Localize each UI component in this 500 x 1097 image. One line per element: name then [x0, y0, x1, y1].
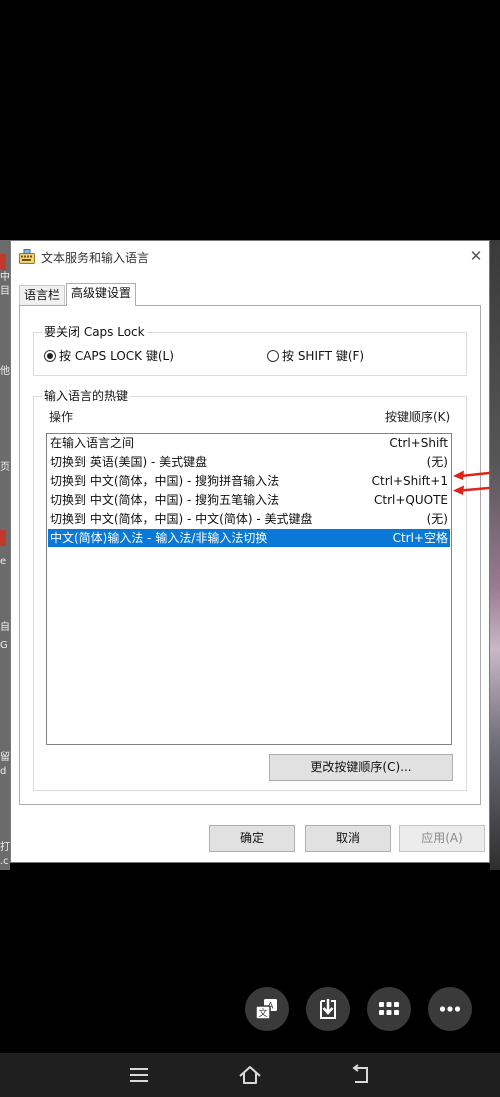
desktop-edge-text: 自: [0, 622, 10, 633]
red-arrow-icon: [453, 470, 490, 480]
caps-lock-group-label: 要关闭 Caps Lock: [42, 325, 147, 339]
hotkey-keys: Ctrl+Shift+1: [371, 474, 448, 488]
shift-key-radio[interactable]: 按 SHIFT 键(F): [267, 349, 364, 363]
text-services-dialog: 文本服务和输入语言 ✕ 语言栏 高级键设置 要关闭 Caps Lock 按 CA…: [10, 240, 490, 863]
dialog-title: 文本服务和输入语言: [41, 251, 150, 265]
desktop-edge-marker: [0, 254, 6, 270]
title-bar: 文本服务和输入语言 ✕: [11, 241, 489, 273]
desktop-edge-text: .c: [0, 856, 9, 867]
hotkey-list[interactable]: 在输入语言之间 Ctrl+Shift 切换到 英语(美国) - 美式键盘 (无)…: [46, 433, 452, 745]
system-navigation-bar: [0, 1053, 500, 1097]
desktop-edge-text: G: [0, 640, 8, 651]
tab-language-bar[interactable]: 语言栏: [19, 285, 66, 305]
desktop-edge-text: e: [0, 556, 7, 567]
download-button[interactable]: [306, 987, 350, 1031]
desktop-edge-left: 中 目 他 页 e 自 G 留 d 打 .c: [0, 240, 10, 870]
hotkey-action: 切换到 中文(简体，中国) - 搜狗拼音输入法: [50, 474, 280, 488]
hotkey-action: 切换到 中文(简体，中国) - 中文(简体) - 美式键盘: [50, 512, 313, 526]
hotkey-row[interactable]: 切换到 中文(简体，中国) - 搜狗五笔输入法 Ctrl+QUOTE: [48, 491, 450, 509]
red-arrow-icon: [453, 485, 490, 495]
hotkey-keys: (无): [426, 455, 448, 469]
download-icon: [320, 999, 336, 1019]
ok-button[interactable]: 确定: [209, 825, 295, 852]
desktop-edge-text: 中: [0, 272, 10, 283]
hotkey-action: 切换到 中文(简体，中国) - 搜狗五笔输入法: [50, 493, 280, 507]
hotkey-row[interactable]: 切换到 中文(简体，中国) - 搜狗拼音输入法 Ctrl+Shift+1: [48, 472, 450, 490]
keyboard-icon: [19, 249, 35, 264]
desktop-edge-text: 目: [0, 286, 10, 297]
hotkey-action: 在输入语言之间: [50, 436, 135, 450]
tab-advanced-key-settings[interactable]: 高级键设置: [66, 283, 137, 306]
hotkey-keys: Ctrl+Shift: [389, 436, 448, 450]
change-key-sequence-button[interactable]: 更改按键顺序(C)...: [269, 754, 453, 781]
desktop-edge-text: 他: [0, 366, 10, 377]
hotkey-keys: (无): [426, 512, 448, 526]
hotkeys-group-label: 输入语言的热键: [42, 389, 131, 403]
close-icon[interactable]: ✕: [467, 247, 485, 265]
shift-key-label: 按 SHIFT 键(F): [282, 349, 365, 363]
desktop-edge-right: [490, 240, 500, 870]
menu-icon[interactable]: [127, 1063, 151, 1087]
more-button[interactable]: [428, 987, 472, 1031]
hotkey-row[interactable]: 在输入语言之间 Ctrl+Shift: [48, 434, 450, 452]
apply-button[interactable]: 应用(A): [399, 825, 485, 852]
translate-button[interactable]: A 文: [245, 987, 289, 1031]
home-icon[interactable]: [238, 1063, 262, 1087]
hotkey-row[interactable]: 切换到 英语(美国) - 美式键盘 (无): [48, 453, 450, 471]
desktop-edge-text: 页: [0, 462, 10, 473]
caps-lock-key-radio[interactable]: 按 CAPS LOCK 键(L): [44, 349, 174, 363]
column-header-action: 操作: [49, 410, 74, 424]
desktop-edge-marker: [0, 530, 6, 546]
cancel-button[interactable]: 取消: [305, 825, 391, 852]
desktop-edge-text: 留: [0, 752, 10, 763]
radio-selected-icon: [44, 350, 56, 362]
translate-icon: A 文: [255, 999, 277, 1020]
column-header-key-sequence: 按键顺序(K): [385, 410, 451, 424]
desktop-edge-text: 打: [0, 842, 10, 853]
hotkey-keys: Ctrl+空格: [392, 531, 448, 545]
caps-lock-key-label: 按 CAPS LOCK 键(L): [59, 349, 174, 363]
svg-text:文: 文: [258, 1007, 267, 1019]
back-icon[interactable]: [349, 1063, 373, 1087]
hotkey-row-selected[interactable]: 中文(简体)输入法 - 输入法/非输入法切换 Ctrl+空格: [48, 529, 450, 547]
hotkey-action: 切换到 英语(美国) - 美式键盘: [50, 455, 208, 469]
radio-unselected-icon: [267, 350, 279, 362]
hotkey-row[interactable]: 切换到 中文(简体，中国) - 中文(简体) - 美式键盘 (无): [48, 510, 450, 528]
apps-button[interactable]: [367, 987, 411, 1031]
grid-icon: [379, 1002, 399, 1015]
hotkey-action: 中文(简体)输入法 - 输入法/非输入法切换: [50, 531, 268, 545]
more-icon: [439, 1006, 461, 1012]
desktop-edge-text: d: [0, 766, 7, 777]
hotkey-keys: Ctrl+QUOTE: [374, 493, 448, 507]
